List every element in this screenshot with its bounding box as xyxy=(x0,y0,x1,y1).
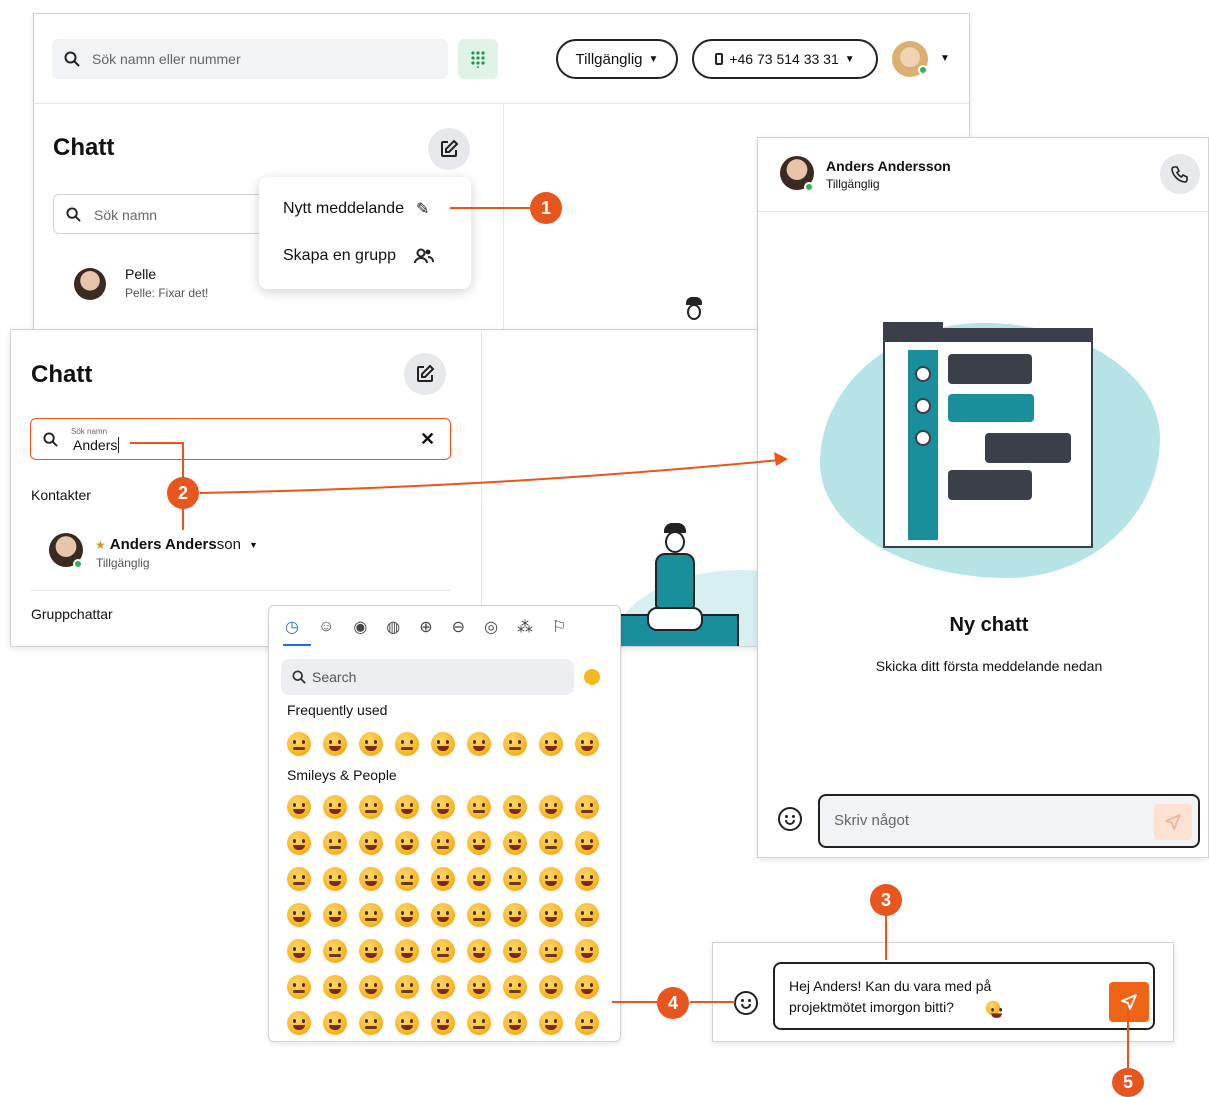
callout-badge-3: 3 xyxy=(870,884,902,916)
callout-badge-1: 1 xyxy=(530,192,562,224)
callout-badge-2: 2 xyxy=(167,477,199,509)
callout-badge-5: 5 xyxy=(1112,1068,1144,1097)
callout-badge-4: 4 xyxy=(657,987,689,1019)
callout-lines xyxy=(130,207,1129,1070)
